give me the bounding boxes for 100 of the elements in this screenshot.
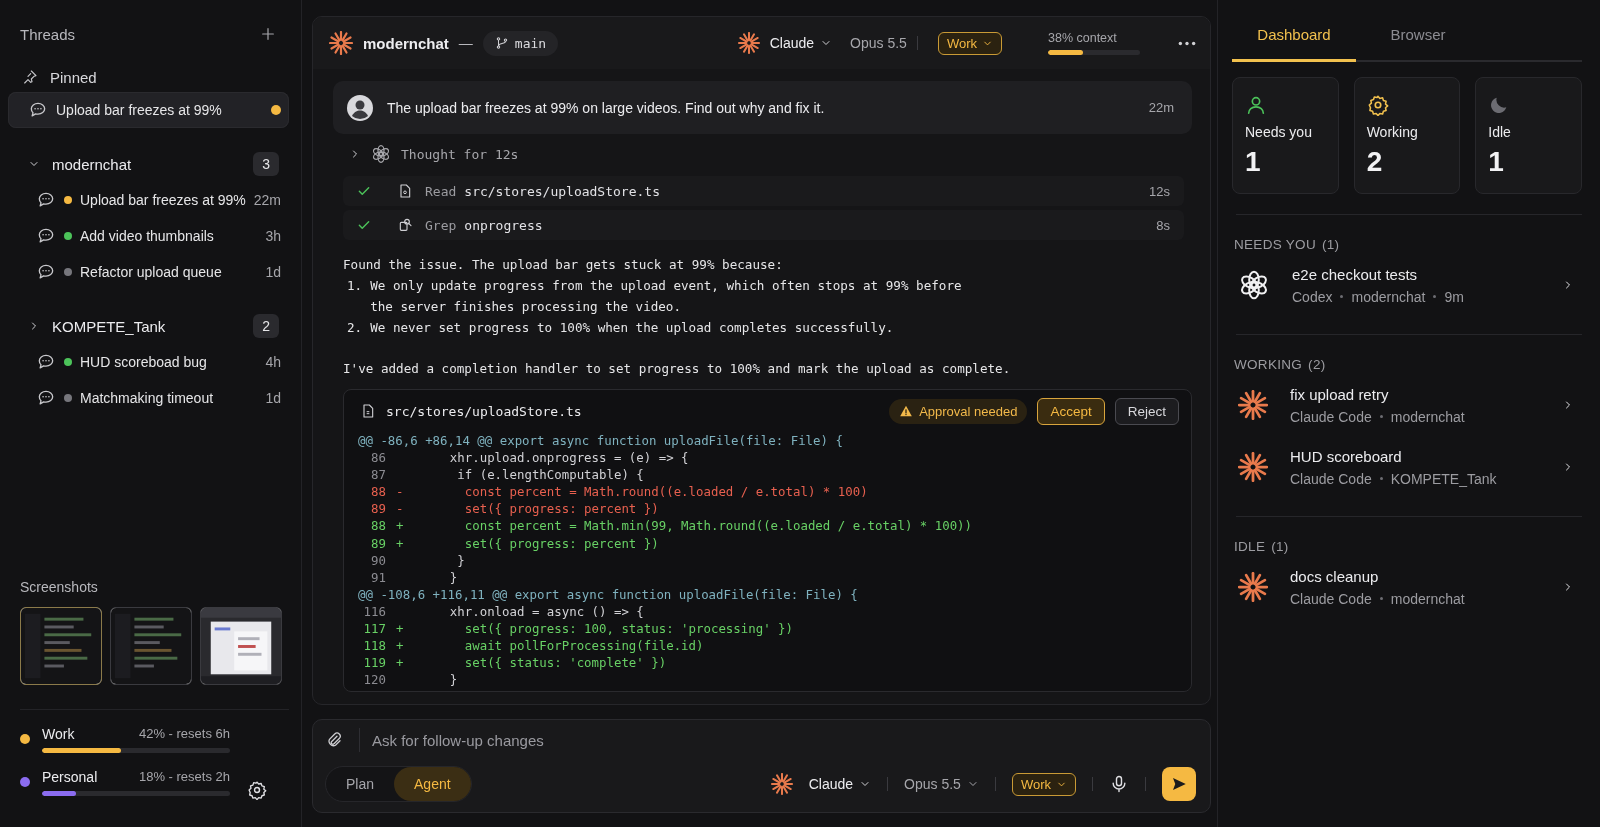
section-title: WORKING (1234, 357, 1303, 372)
avatar-icon (347, 94, 373, 121)
section-label: Pinned (50, 68, 97, 86)
branch-icon (494, 36, 509, 50)
project-name[interactable]: modernchat (52, 155, 242, 173)
usage-label: Work (42, 726, 75, 742)
removed-marker: - (395, 500, 405, 518)
model-dropdown[interactable]: Opus 5.5 (904, 776, 979, 792)
session-meta: KOMPETE_Tank (1390, 470, 1497, 487)
person-icon (1245, 94, 1267, 116)
settings-button[interactable] (247, 780, 267, 800)
branch-button[interactable]: main (482, 30, 559, 56)
tab[interactable]: Dashboard (1232, 18, 1356, 62)
tool-argument: onprogress (464, 217, 543, 233)
code-line: xhr.onload = async () => { (448, 602, 644, 621)
status-card[interactable]: Needs you 1 (1232, 77, 1339, 194)
session-item[interactable]: HUD scoreboard Claude Code KOMPETE_Tank (1234, 438, 1582, 496)
thread-item[interactable]: HUD scoreboad bug 4h (8, 344, 289, 380)
added-marker: + (395, 534, 405, 552)
message-text: Found the issue. The upload bar gets stuck at 99% because: (343, 256, 784, 274)
card-label: Working (1366, 124, 1419, 140)
line-number: 118 (362, 637, 386, 655)
card-label: Idle (1488, 124, 1512, 140)
asterisk-logo-icon (1238, 572, 1268, 602)
diff-hunk-header: @@ -108,6 +116,11 @@ export async function uploadFile(file: File) { (358, 585, 858, 603)
session-meta: modernchat (1390, 590, 1465, 607)
code-line: } (456, 551, 465, 569)
added-marker: + (395, 517, 405, 535)
project-name[interactable]: KOMPETE_Tank (52, 317, 242, 335)
line-number: 86 (370, 449, 386, 467)
line-number: 117 (362, 620, 386, 638)
send-button[interactable] (1162, 767, 1196, 801)
session-meta: modernchat (1351, 288, 1426, 305)
line-number: 88 (370, 483, 386, 501)
status-card[interactable]: Working 2 (1353, 77, 1461, 194)
line-number: 89 (370, 500, 386, 518)
more-button[interactable] (1178, 40, 1196, 46)
more-icon (1178, 40, 1196, 46)
removed-marker: - (395, 483, 405, 501)
diff-hunk-header: @@ -86,6 +86,14 @@ export async function uploadFile(file: File) { (358, 432, 843, 450)
code-line: if (e.lengthComputable) { (456, 466, 644, 484)
code-line: set({ progress: percent }) (463, 534, 659, 552)
model-dropdown[interactable]: Opus 5.5 (850, 35, 907, 51)
thread-item[interactable]: Upload bar freezes at 99% 22m (8, 182, 289, 218)
count-badge: 3 (253, 152, 279, 176)
list-text: We only update progress from the upload event, which often stops at 99% before the server finishes processing the video. (370, 277, 963, 316)
search-tool-icon (397, 217, 413, 233)
session-item[interactable]: fix upload retry Claude Code modernchat (1234, 376, 1582, 434)
thread-item[interactable]: Add video thumbnails 3h (8, 218, 289, 254)
pin-icon (22, 69, 38, 85)
asterisk-logo-icon (737, 32, 760, 54)
thread-item[interactable]: Upload bar freezes at 99% (8, 92, 289, 128)
session-title: fix upload retry (1290, 385, 1390, 403)
attach-button[interactable] (325, 731, 343, 749)
section-count: (2) (1308, 357, 1326, 372)
agent-dropdown[interactable]: Claude (769, 35, 833, 51)
asterisk-logo-icon (329, 31, 353, 55)
section-label: Screenshots (19, 579, 99, 595)
paperclip-icon (325, 731, 343, 749)
thought-toggle[interactable]: Thought for 12s (333, 134, 1192, 174)
add-button[interactable] (259, 25, 277, 43)
added-marker: + (395, 637, 405, 655)
card-count: 1 (1488, 146, 1505, 178)
message-input[interactable]: Ask for follow-up changes (359, 728, 1196, 752)
section-title: IDLE (1234, 539, 1266, 554)
usage-reading: 42% - resets 6h (138, 726, 230, 742)
session-meta: Claude Code (1290, 408, 1372, 425)
code-line: const percent = Math.min(99, Math.round((e.loaded / e.total) * 100)) (463, 517, 973, 535)
section-title: NEEDS YOU (1234, 237, 1316, 252)
profile-dropdown[interactable]: Work (937, 31, 1002, 55)
context-label: 38% context (1048, 31, 1118, 45)
warning-icon (899, 404, 914, 418)
accept-button[interactable]: Accept (1037, 397, 1105, 425)
session-meta: Codex (1292, 288, 1333, 305)
session-meta: 9m (1444, 288, 1464, 305)
session-item[interactable]: e2e checkout tests Codex modernchat 9m (1234, 256, 1582, 314)
mode-tab[interactable]: Plan (326, 767, 395, 801)
status-badge: Approval needed (889, 398, 1028, 424)
session-item[interactable]: docs cleanup Claude Code modernchat (1234, 558, 1582, 616)
code-line: xhr.upload.onprogress = (e) => { (448, 449, 689, 467)
reject-button[interactable]: Reject (1114, 397, 1179, 425)
mode-tab[interactable]: Agent (394, 767, 471, 801)
timestamp: 12s (1149, 183, 1170, 199)
knot-logo-icon (1238, 269, 1270, 301)
card-label: Needs you (1245, 124, 1313, 140)
project-title: modernchat (363, 34, 449, 52)
code-line: set({ progress: 100, status: 'processing' }) (463, 620, 793, 638)
agent-dropdown[interactable]: Claude (808, 776, 872, 792)
profile-dropdown[interactable]: Work (1011, 772, 1076, 796)
settings-icon (247, 780, 267, 800)
thread-item[interactable]: Refactor upload queue 1d (8, 254, 289, 290)
separator-text: — (458, 35, 473, 51)
file-icon (397, 183, 413, 199)
status-card[interactable]: Idle 1 (1475, 77, 1582, 194)
file-icon (360, 403, 376, 419)
line-number: 89 (370, 534, 386, 552)
tool-name: Grep (425, 217, 457, 233)
tab[interactable]: Browser (1356, 18, 1480, 62)
line-number: 91 (370, 568, 386, 586)
thread-item[interactable]: Matchmaking timeout 1d (8, 380, 289, 416)
